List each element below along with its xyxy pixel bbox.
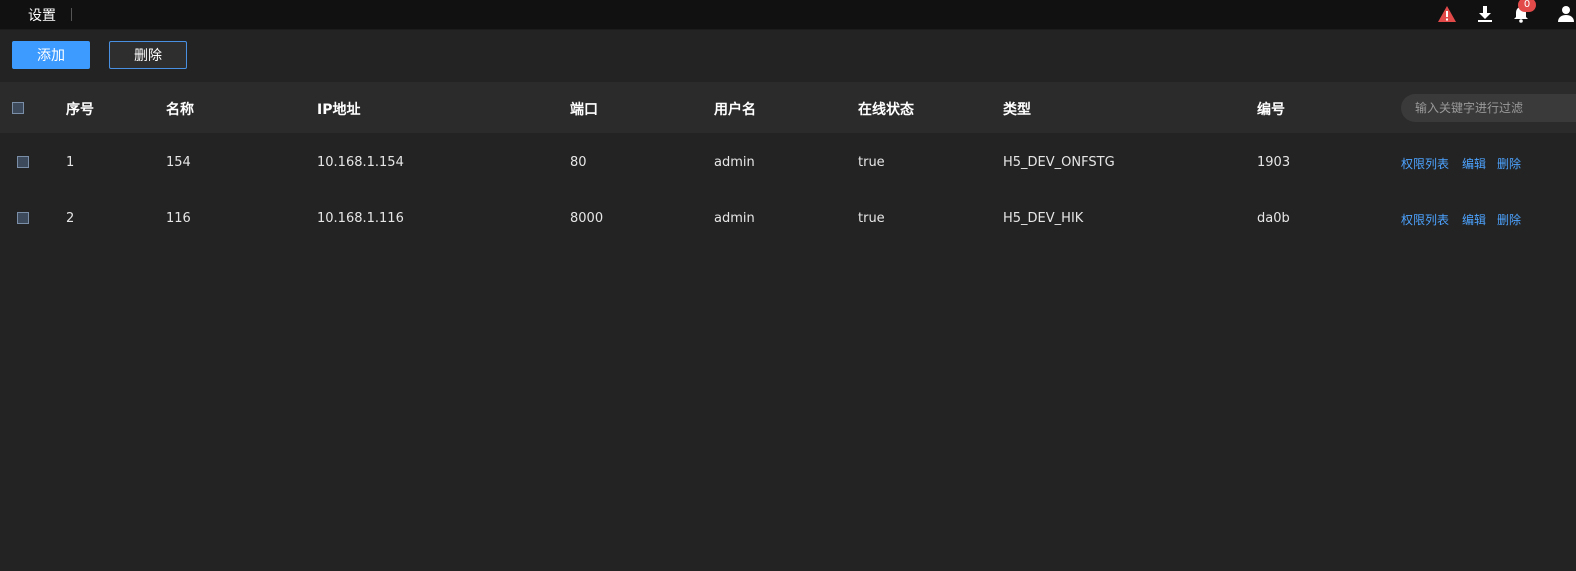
notification-badge: 0 bbox=[1518, 0, 1536, 12]
download-icon[interactable] bbox=[1475, 4, 1495, 24]
header-username[interactable]: 用户名 bbox=[714, 99, 756, 119]
permission-list-link[interactable]: 权限列表 bbox=[1401, 211, 1449, 228]
cell-code: da0b bbox=[1257, 211, 1290, 226]
alert-triangle-icon[interactable] bbox=[1437, 4, 1457, 24]
header-port[interactable]: 端口 bbox=[570, 99, 598, 119]
select-all-checkbox[interactable] bbox=[12, 102, 24, 114]
delete-link[interactable]: 删除 bbox=[1497, 155, 1521, 172]
cell-username: admin bbox=[714, 155, 755, 170]
cell-index: 1 bbox=[66, 155, 75, 170]
cell-username: admin bbox=[714, 211, 755, 226]
cell-code: 1903 bbox=[1257, 155, 1291, 170]
header-type[interactable]: 类型 bbox=[1003, 99, 1031, 119]
cell-port: 80 bbox=[570, 155, 587, 170]
add-button[interactable]: 添加 bbox=[12, 41, 90, 69]
header-name[interactable]: 名称 bbox=[166, 99, 194, 119]
table-row: 2 116 10.168.1.116 8000 admin true H5_DE… bbox=[0, 190, 1576, 246]
edit-link[interactable]: 编辑 bbox=[1462, 155, 1486, 172]
header-code[interactable]: 编号 bbox=[1257, 99, 1285, 119]
cell-port: 8000 bbox=[570, 211, 604, 226]
header-ip[interactable]: IP地址 bbox=[317, 99, 360, 119]
table-header: 序号 名称 IP地址 端口 用户名 在线状态 类型 编号 bbox=[0, 82, 1576, 133]
filter-search-input[interactable] bbox=[1401, 94, 1576, 122]
top-bar: 设置 0 bbox=[0, 0, 1576, 30]
title-divider bbox=[71, 8, 72, 21]
cell-type: H5_DEV_ONFSTG bbox=[1003, 155, 1115, 170]
user-icon[interactable] bbox=[1556, 4, 1576, 24]
row-checkbox[interactable] bbox=[17, 156, 29, 168]
row-checkbox[interactable] bbox=[17, 212, 29, 224]
delete-button[interactable]: 删除 bbox=[109, 41, 187, 69]
header-index[interactable]: 序号 bbox=[66, 99, 94, 119]
table-row: 1 154 10.168.1.154 80 admin true H5_DEV_… bbox=[0, 134, 1576, 190]
edit-link[interactable]: 编辑 bbox=[1462, 211, 1486, 228]
cell-type: H5_DEV_HIK bbox=[1003, 211, 1084, 226]
cell-online-status: true bbox=[858, 155, 885, 170]
cell-online-status: true bbox=[858, 211, 885, 226]
page-title: 设置 bbox=[28, 8, 56, 24]
header-online-status[interactable]: 在线状态 bbox=[858, 99, 914, 119]
cell-index: 2 bbox=[66, 211, 75, 226]
permission-list-link[interactable]: 权限列表 bbox=[1401, 155, 1449, 172]
cell-ip: 10.168.1.116 bbox=[317, 211, 404, 226]
cell-name: 116 bbox=[166, 211, 191, 226]
cell-ip: 10.168.1.154 bbox=[317, 155, 404, 170]
cell-name: 154 bbox=[166, 155, 191, 170]
delete-link[interactable]: 删除 bbox=[1497, 211, 1521, 228]
